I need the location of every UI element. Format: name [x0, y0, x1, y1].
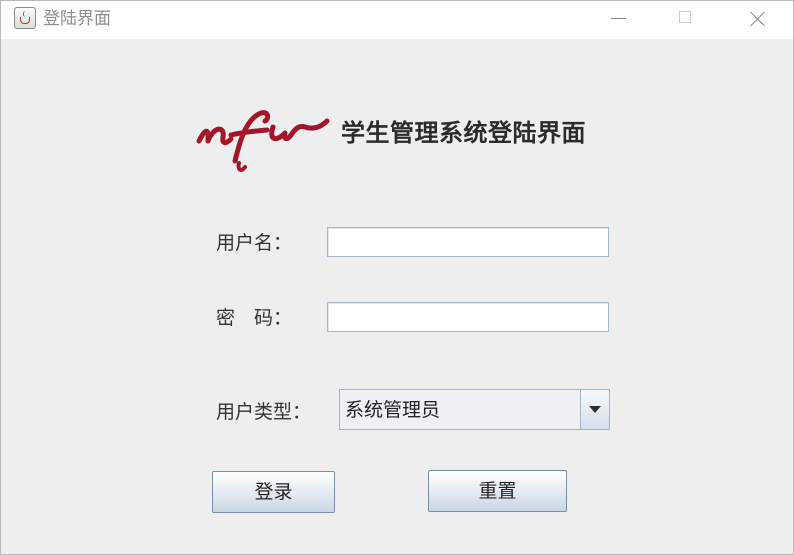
maximize-icon[interactable] [656, 1, 716, 37]
username-field[interactable] [327, 227, 609, 257]
login-window: 登陆界面 nfu 学生管理系统登陆界面 用户名： 密 码： 用户类型： 系统管理… [0, 0, 794, 555]
java-cup-icon [14, 7, 36, 29]
password-label: 密 码： [216, 307, 293, 329]
window-title: 登陆界面 [43, 9, 111, 29]
dropdown-arrow-button[interactable] [580, 390, 609, 429]
user-type-select[interactable]: 系统管理员 [339, 389, 610, 430]
reset-button[interactable]: 重置 [428, 470, 567, 512]
page-title: 学生管理系统登陆界面 [341, 119, 586, 147]
username-label: 用户名： [216, 232, 293, 254]
nfu-logo: nfu [196, 110, 330, 172]
minimize-icon[interactable] [588, 1, 648, 37]
user-type-selected-value: 系统管理员 [345, 399, 441, 421]
title-bar: 登陆界面 [1, 1, 793, 39]
close-icon[interactable] [729, 1, 789, 37]
user-type-label: 用户类型： [216, 401, 312, 423]
login-button[interactable]: 登录 [212, 471, 335, 513]
password-field[interactable] [327, 302, 609, 332]
chevron-down-icon [589, 406, 601, 413]
